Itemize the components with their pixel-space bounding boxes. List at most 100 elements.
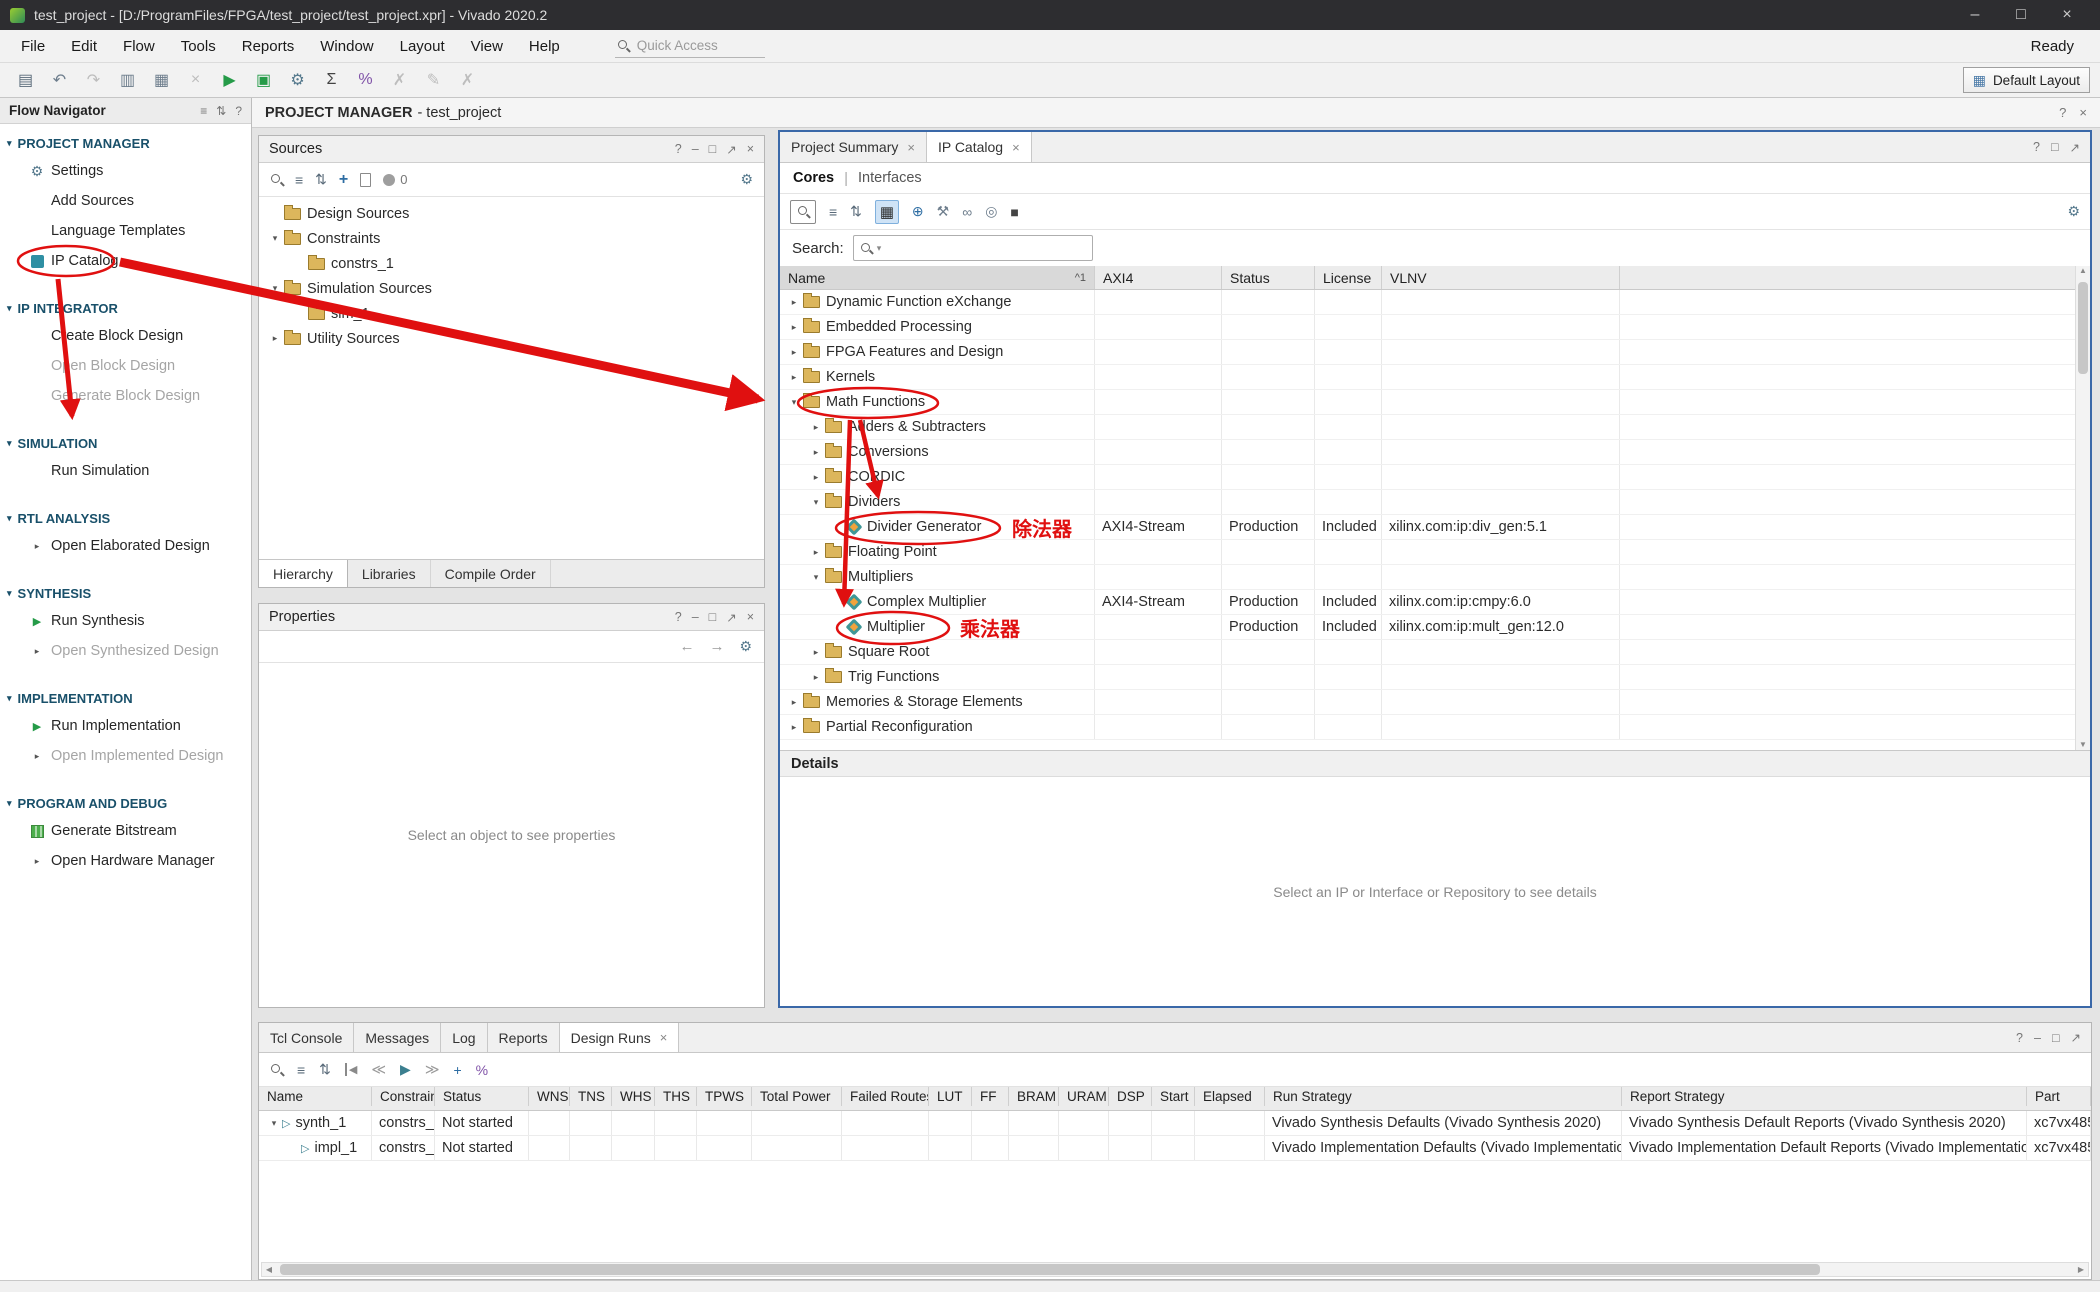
percent-icon[interactable]: % — [350, 66, 381, 94]
collapse-all-icon[interactable]: ≡ — [829, 204, 837, 220]
chevron-right-icon[interactable]: ▸ — [786, 297, 802, 308]
ip-search-input[interactable]: ▾ — [853, 235, 1093, 261]
search-icon[interactable] — [790, 200, 816, 224]
runs-col-failed-routes[interactable]: Failed Routes — [842, 1087, 929, 1106]
collapse-all-icon[interactable]: ≡ — [200, 104, 207, 118]
flow-item-ip-catalog[interactable]: IP Catalog — [0, 246, 251, 276]
forward-icon[interactable]: → — [709, 638, 724, 655]
ip-row-trig-functions[interactable]: ▸Trig Functions — [780, 665, 2090, 690]
ip-row-partial-reconfiguration[interactable]: ▸Partial Reconfiguration — [780, 715, 2090, 740]
runs-col-total-power[interactable]: Total Power — [752, 1087, 842, 1106]
add-repository-icon[interactable]: ⊕ — [912, 203, 924, 220]
flow-item-run-simulation[interactable]: Run Simulation — [0, 456, 251, 486]
settings-icon[interactable]: ⚙ — [282, 66, 313, 94]
tab-hierarchy[interactable]: Hierarchy — [259, 560, 348, 587]
tree-item-constraints[interactable]: ▾Constraints — [259, 226, 764, 251]
quick-access-search[interactable]: Quick Access — [615, 35, 765, 58]
chevron-right-icon[interactable]: ▸ — [267, 333, 283, 344]
chevron-right-icon[interactable]: ▸ — [786, 322, 802, 333]
tab-log[interactable]: Log — [441, 1023, 487, 1052]
chevron-right-icon[interactable]: ▸ — [786, 347, 802, 358]
delete-icon[interactable]: × — [180, 66, 211, 94]
help-icon[interactable]: ? — [2033, 140, 2040, 154]
close-icon[interactable]: × — [747, 142, 754, 157]
tab-ip-catalog[interactable]: IP Catalog× — [927, 132, 1032, 162]
scroll-right-icon[interactable]: ▶ — [2074, 1265, 2088, 1274]
flow-item-generate-bitstream[interactable]: Generate Bitstream — [0, 816, 251, 846]
settings-gear-icon[interactable]: ⚙ — [739, 638, 752, 655]
tree-item-design-sources[interactable]: Design Sources — [259, 201, 764, 226]
flow-item-open-implemented-design[interactable]: ▸Open Implemented Design — [0, 741, 251, 771]
ip-col-vlnv[interactable]: VLNV — [1382, 266, 1620, 289]
flow-item-language-templates[interactable]: Language Templates — [0, 216, 251, 246]
menu-help[interactable]: Help — [516, 38, 573, 55]
step-back-icon[interactable]: ≪ — [371, 1061, 386, 1078]
add-icon[interactable]: + — [453, 1062, 461, 1078]
minimize-icon[interactable]: – — [692, 610, 699, 625]
runs-col-dsp[interactable]: DSP — [1109, 1087, 1152, 1106]
tree-item-constrs-1[interactable]: constrs_1 — [259, 251, 764, 276]
runs-col-ths[interactable]: THS — [655, 1087, 697, 1106]
chevron-right-icon[interactable]: ▸ — [808, 547, 824, 558]
close-icon[interactable]: × — [2044, 0, 2090, 30]
scrollbar-thumb[interactable] — [2078, 282, 2088, 374]
runs-col-lut[interactable]: LUT — [929, 1087, 972, 1106]
help-icon[interactable]: ? — [2016, 1031, 2023, 1045]
expand-all-icon[interactable]: ⇅ — [216, 104, 226, 118]
ip-row-multipliers[interactable]: ▾Multipliers — [780, 565, 2090, 590]
chevron-right-icon[interactable]: ▸ — [786, 722, 802, 733]
flow-section-title-ip-integrator[interactable]: ▾IP INTEGRATOR — [0, 295, 251, 321]
help-icon[interactable]: ? — [235, 104, 242, 118]
expand-all-icon[interactable]: ⇅ — [315, 171, 327, 188]
chevron-right-icon[interactable]: ▸ — [808, 672, 824, 683]
help-icon[interactable]: ? — [675, 610, 682, 625]
runs-col-bram[interactable]: BRAM — [1009, 1087, 1059, 1106]
minimize-icon[interactable]: – — [1952, 0, 1998, 30]
maximize-icon[interactable]: □ — [709, 142, 717, 157]
tab-compile-order[interactable]: Compile Order — [431, 560, 551, 587]
menu-file[interactable]: File — [8, 38, 58, 55]
close-icon[interactable]: × — [660, 1030, 668, 1045]
runs-col-elapsed[interactable]: Elapsed — [1195, 1087, 1265, 1106]
close-icon[interactable]: × — [1012, 140, 1020, 155]
runs-col-wns[interactable]: WNS — [529, 1087, 570, 1106]
flow-section-title-program-and-debug[interactable]: ▾PROGRAM AND DEBUG — [0, 790, 251, 816]
float-icon[interactable]: ↗ — [726, 142, 736, 157]
runs-col-name[interactable]: Name — [259, 1087, 372, 1106]
close-icon[interactable]: × — [747, 610, 754, 625]
back-icon[interactable]: ← — [679, 638, 694, 655]
expand-all-icon[interactable]: ⇅ — [850, 203, 862, 220]
undo-icon[interactable]: ↶ — [44, 66, 75, 94]
ip-row-fpga-features-and-design[interactable]: ▸FPGA Features and Design — [780, 340, 2090, 365]
report-icon[interactable]: Σ — [316, 66, 347, 94]
tree-item-utility-sources[interactable]: ▸Utility Sources — [259, 326, 764, 351]
runs-col-status[interactable]: Status — [435, 1087, 529, 1106]
chevron-right-icon[interactable]: ▸ — [808, 472, 824, 483]
tab-libraries[interactable]: Libraries — [348, 560, 431, 587]
layout-selector[interactable]: ▦ Default Layout — [1963, 67, 2090, 93]
menu-edit[interactable]: Edit — [58, 38, 110, 55]
save-icon[interactable]: ▤ — [10, 66, 41, 94]
flow-item-add-sources[interactable]: Add Sources — [0, 186, 251, 216]
float-icon[interactable]: ↗ — [2070, 140, 2080, 155]
runs-col-tns[interactable]: TNS — [570, 1087, 612, 1106]
ip-row-math-functions[interactable]: ▾Math Functions — [780, 390, 2090, 415]
tree-item-simulation-sources[interactable]: ▾Simulation Sources — [259, 276, 764, 301]
tab-reports[interactable]: Reports — [488, 1023, 560, 1052]
ip-row-dynamic-function-exchange[interactable]: ▸Dynamic Function eXchange — [780, 290, 2090, 315]
flow-item-generate-block-design[interactable]: Generate Block Design — [0, 381, 251, 411]
view-cores[interactable]: Cores — [793, 170, 834, 186]
chevron-right-icon[interactable]: ▸ — [786, 697, 802, 708]
target-icon[interactable]: ◎ — [985, 203, 997, 220]
tab-messages[interactable]: Messages — [354, 1023, 441, 1052]
stop-icon[interactable]: ■ — [1010, 204, 1018, 220]
ip-row-floating-point[interactable]: ▸Floating Point — [780, 540, 2090, 565]
hierarchy-view-icon[interactable]: ▦ — [875, 200, 899, 224]
minimize-icon[interactable]: – — [692, 142, 699, 157]
edit-icon[interactable]: ✎ — [418, 66, 449, 94]
ip-row-multiplier[interactable]: ·MultiplierProductionIncludedxilinx.com:… — [780, 615, 2090, 640]
maximize-icon[interactable]: □ — [1998, 0, 2044, 30]
minimize-icon[interactable]: – — [2034, 1031, 2041, 1045]
help-icon[interactable]: ? — [675, 142, 682, 157]
ip-row-divider-generator[interactable]: ·Divider GeneratorAXI4-StreamProductionI… — [780, 515, 2090, 540]
